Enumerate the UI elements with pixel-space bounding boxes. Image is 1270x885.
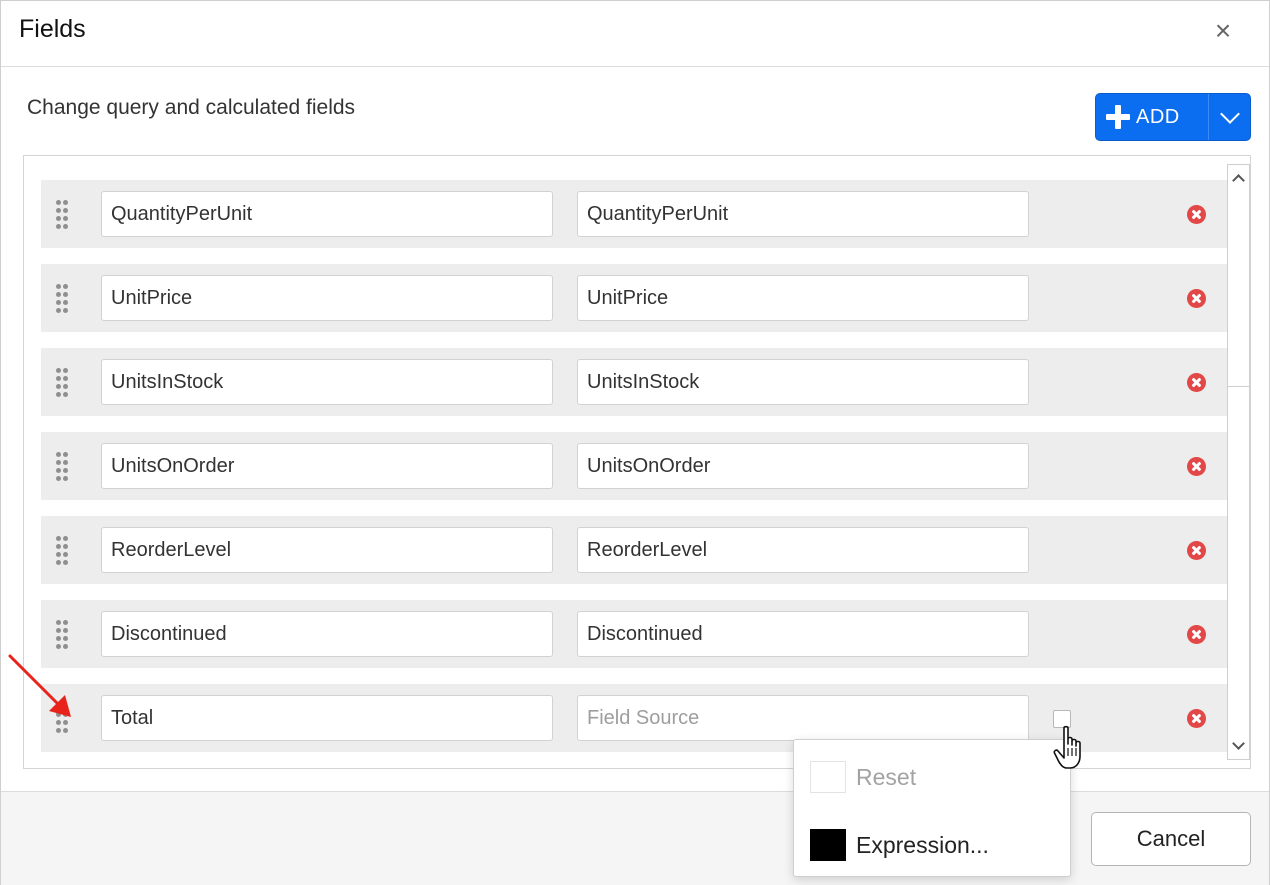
drag-handle-icon[interactable] xyxy=(56,452,70,481)
field-name-input[interactable]: UnitPrice xyxy=(101,275,553,321)
scroll-up-icon[interactable] xyxy=(1228,165,1249,191)
dialog-title: Fields xyxy=(19,15,86,43)
field-name-input[interactable]: QuantityPerUnit xyxy=(101,191,553,237)
remove-field-icon[interactable] xyxy=(1187,457,1206,476)
drag-handle-icon[interactable] xyxy=(56,536,70,565)
field-name-input[interactable]: UnitsInStock xyxy=(101,359,553,405)
dialog-footer: Cancel xyxy=(1,791,1269,885)
field-row: UnitPrice UnitPrice xyxy=(41,264,1227,332)
plus-icon xyxy=(1106,105,1130,129)
field-name-input[interactable]: UnitsOnOrder xyxy=(101,443,553,489)
menu-item-reset[interactable]: Reset xyxy=(794,752,1070,802)
menu-item-expression[interactable]: Expression... xyxy=(794,820,1070,870)
field-name-input[interactable]: Total xyxy=(101,695,553,741)
chevron-down-icon xyxy=(1219,104,1240,124)
cancel-button[interactable]: Cancel xyxy=(1091,812,1251,866)
remove-field-icon[interactable] xyxy=(1187,541,1206,560)
remove-field-icon[interactable] xyxy=(1187,709,1206,728)
remove-field-icon[interactable] xyxy=(1187,205,1206,224)
field-row: UnitsOnOrder UnitsOnOrder xyxy=(41,432,1227,500)
fields-list-panel: QuantityPerUnit QuantityPerUnit UnitPric… xyxy=(23,155,1251,769)
drag-handle-icon[interactable] xyxy=(56,284,70,313)
add-button[interactable]: ADD xyxy=(1095,93,1251,141)
field-source-input[interactable]: UnitPrice xyxy=(577,275,1029,321)
dialog-subtitle: Change query and calculated fields xyxy=(27,96,356,119)
field-source-input[interactable]: ReorderLevel xyxy=(577,527,1029,573)
add-button-label: ADD xyxy=(1136,105,1180,128)
fields-dialog: Fields × Change query and calculated fie… xyxy=(0,0,1270,885)
field-name-input[interactable]: ReorderLevel xyxy=(101,527,553,573)
add-dropdown-button[interactable] xyxy=(1209,94,1250,140)
remove-field-icon[interactable] xyxy=(1187,289,1206,308)
vertical-scrollbar[interactable] xyxy=(1227,164,1250,760)
field-row: Discontinued Discontinued xyxy=(41,600,1227,668)
hand-pointer-cursor-icon xyxy=(1053,725,1081,769)
field-row: QuantityPerUnit QuantityPerUnit xyxy=(41,180,1227,248)
drag-handle-icon[interactable] xyxy=(56,368,70,397)
field-source-input[interactable]: UnitsInStock xyxy=(577,359,1029,405)
field-row: UnitsInStock UnitsInStock xyxy=(41,348,1227,416)
expression-swatch-icon xyxy=(810,829,846,861)
menu-item-label: Reset xyxy=(856,763,917,790)
drag-handle-icon[interactable] xyxy=(56,200,70,229)
drag-handle-icon[interactable] xyxy=(56,620,70,649)
scrollbar-thumb[interactable] xyxy=(1228,191,1249,387)
remove-field-icon[interactable] xyxy=(1187,625,1206,644)
field-row: ReorderLevel ReorderLevel xyxy=(41,516,1227,584)
field-name-input[interactable]: Discontinued xyxy=(101,611,553,657)
annotation-arrow-icon xyxy=(8,654,71,717)
field-source-input[interactable]: Field Source xyxy=(577,695,1029,741)
reset-swatch-icon xyxy=(810,761,846,793)
dialog-header: Fields × xyxy=(1,1,1269,67)
field-source-input[interactable]: QuantityPerUnit xyxy=(577,191,1029,237)
remove-field-icon[interactable] xyxy=(1187,373,1206,392)
close-icon[interactable]: × xyxy=(1206,15,1240,49)
field-source-context-menu: Reset Expression... xyxy=(793,739,1071,877)
scroll-down-icon[interactable] xyxy=(1228,733,1249,759)
field-source-input[interactable]: UnitsOnOrder xyxy=(577,443,1029,489)
menu-item-label: Expression... xyxy=(856,831,989,858)
field-source-input[interactable]: Discontinued xyxy=(577,611,1029,657)
add-main-button[interactable]: ADD xyxy=(1096,94,1208,140)
